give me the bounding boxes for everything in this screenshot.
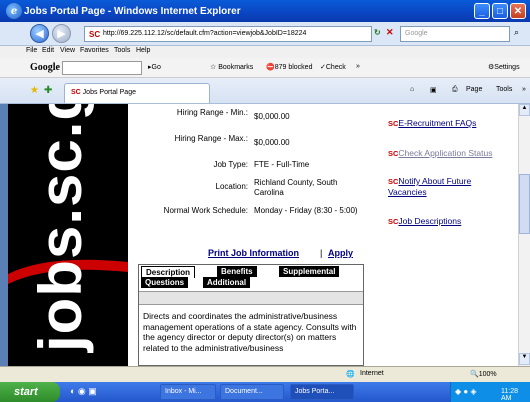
link-job-descriptions[interactable]: SCJob Descriptions bbox=[388, 216, 461, 226]
search-icon[interactable]: ⌕ bbox=[514, 27, 519, 38]
system-tray: ◆ ● ◈ 11:28 AM bbox=[450, 382, 530, 402]
spell-check-button[interactable]: ✓Check bbox=[320, 63, 346, 71]
add-favorite-icon[interactable]: ✚ bbox=[44, 85, 52, 96]
popup-blocked-button[interactable]: ⛔879 blocked bbox=[266, 63, 312, 71]
sc-jobs-banner: jobs.sc.g bbox=[8, 104, 128, 366]
page-content: jobs.sc.g Hiring Range - Min.: $0,000.00… bbox=[8, 104, 518, 366]
settings-button[interactable]: ⚙Settings bbox=[488, 63, 520, 71]
link-erecruitment-faqs[interactable]: SCE-Recruitment FAQs bbox=[388, 118, 476, 128]
menu-favorites[interactable]: Favorites bbox=[80, 47, 109, 54]
background-window-edge bbox=[0, 104, 8, 366]
tab-toolbar: ★ ✚ SC Jobs Portal Page ⌂ ▣ ⎙ Page Tools… bbox=[0, 78, 530, 104]
menu-tools[interactable]: Tools bbox=[114, 47, 130, 54]
google-go-button[interactable]: ▸Go bbox=[148, 63, 161, 71]
forward-arrow-icon: ▶ bbox=[57, 28, 66, 40]
menu-bar: File Edit View Favorites Tools Help bbox=[0, 46, 530, 58]
menu-file[interactable]: File bbox=[26, 47, 37, 54]
value-work-schedule: Monday - Friday (8:30 - 5:00) bbox=[254, 206, 358, 215]
google-logo: Google bbox=[30, 62, 60, 73]
print-job-link[interactable]: Print Job Information bbox=[208, 248, 299, 258]
tab-jobs-portal[interactable]: SC Jobs Portal Page bbox=[64, 83, 210, 103]
taskbar-inbox[interactable]: Inbox - Mi... bbox=[160, 384, 216, 400]
label-hiring-min: Hiring Range - Min.: bbox=[176, 108, 248, 117]
menu-help[interactable]: Help bbox=[136, 47, 150, 54]
job-description-text: Directs and coordinates the administrati… bbox=[143, 311, 357, 353]
close-button[interactable]: ✕ bbox=[510, 3, 526, 19]
window-title-bar[interactable]: Jobs Portal Page - Windows Internet Expl… bbox=[0, 0, 530, 22]
scroll-thumb[interactable] bbox=[519, 174, 530, 234]
google-search-input[interactable] bbox=[62, 61, 142, 75]
sc-bullet-icon: SC bbox=[388, 119, 399, 128]
maximize-button[interactable]: □ bbox=[492, 3, 508, 19]
search-input[interactable]: Google bbox=[400, 26, 510, 42]
scroll-up-arrow-icon[interactable]: ▲ bbox=[519, 104, 530, 116]
description-header-bar bbox=[139, 291, 363, 305]
favorites-star-icon[interactable]: ★ bbox=[30, 85, 39, 96]
sc-bullet-icon: SC bbox=[388, 217, 399, 226]
value-hiring-max: $0,000.00 bbox=[254, 138, 290, 147]
value-location: Richland County, South Carolina bbox=[254, 178, 338, 197]
tray-icons[interactable]: ◆ ● ◈ bbox=[455, 387, 477, 396]
internet-zone-icon: 🌐 bbox=[346, 371, 355, 378]
job-info-tabs: Description Benefits Supplemental Questi… bbox=[138, 264, 364, 366]
taskbar-document[interactable]: Document... bbox=[220, 384, 284, 400]
sc-bullet-icon: SC bbox=[388, 177, 399, 186]
address-url: http://69.225.112.12/sc/default.cfm?acti… bbox=[103, 30, 307, 37]
google-toolbar: Google ▸Go ☆ Bookmarks ⛔879 blocked ✓Che… bbox=[0, 58, 530, 78]
windows-taskbar: start ◐ ◉ ▣ Inbox - Mi... Document... Jo… bbox=[0, 382, 530, 402]
vertical-scrollbar[interactable]: ▲ ▼ bbox=[518, 104, 530, 366]
page-menu-button[interactable]: Page bbox=[466, 86, 482, 93]
quick-launch-icons[interactable]: ◐ ◉ ▣ bbox=[70, 386, 97, 397]
back-button[interactable]: ◀ bbox=[30, 24, 49, 43]
status-bar: 🌐 Internet 🔍100% bbox=[0, 366, 530, 382]
label-work-schedule: Normal Work Schedule: bbox=[163, 206, 248, 215]
menu-view[interactable]: View bbox=[60, 47, 75, 54]
link-check-application-status[interactable]: SCCheck Application Status bbox=[388, 148, 492, 158]
link-notify-future-vacancies[interactable]: SCNotify About Future Vacancies bbox=[388, 176, 508, 197]
minimize-button[interactable]: _ bbox=[474, 3, 490, 19]
menu-edit[interactable]: Edit bbox=[42, 47, 54, 54]
commands-more-chevron[interactable]: » bbox=[522, 86, 526, 93]
back-arrow-icon: ◀ bbox=[35, 28, 44, 40]
print-icon[interactable]: ⎙ bbox=[452, 86, 458, 94]
sc-bullet-icon: SC bbox=[388, 149, 399, 158]
scroll-down-arrow-icon[interactable]: ▼ bbox=[519, 353, 530, 365]
value-job-type: FTE - Full-Time bbox=[254, 160, 310, 169]
value-hiring-min: $0,000.00 bbox=[254, 112, 290, 121]
banner-domain-text: jobs.sc.g bbox=[27, 104, 94, 352]
taskbar-jobs-portal[interactable]: Jobs Porta... bbox=[290, 384, 354, 400]
site-favicon-icon: SC bbox=[89, 30, 101, 39]
search-placeholder: Google bbox=[405, 30, 428, 37]
start-button[interactable]: start bbox=[0, 382, 60, 402]
label-location: Location: bbox=[215, 182, 248, 191]
address-bar[interactable]: SC http://69.225.112.12/sc/default.cfm?a… bbox=[84, 26, 372, 42]
ie-icon: e bbox=[6, 3, 22, 19]
window-title: Jobs Portal Page - Windows Internet Expl… bbox=[24, 5, 241, 17]
link-separator: | bbox=[320, 248, 323, 258]
stop-icon[interactable]: ✕ bbox=[386, 27, 394, 38]
tools-menu-button[interactable]: Tools bbox=[496, 86, 512, 93]
tab-benefits[interactable]: Benefits bbox=[217, 266, 257, 277]
home-icon[interactable]: ⌂ bbox=[410, 86, 414, 93]
bookmarks-button[interactable]: ☆ Bookmarks bbox=[210, 63, 253, 71]
forward-button[interactable]: ▶ bbox=[52, 24, 71, 43]
sc-tab-icon: SC bbox=[71, 89, 83, 96]
refresh-icon[interactable]: ↻ bbox=[374, 28, 381, 37]
tab-supplemental[interactable]: Supplemental bbox=[279, 266, 340, 277]
address-toolbar: ◀ ▶ SC http://69.225.112.12/sc/default.c… bbox=[0, 22, 530, 46]
tab-additional[interactable]: Additional bbox=[203, 277, 251, 288]
security-zone-label: Internet bbox=[360, 370, 384, 377]
label-job-type: Job Type: bbox=[213, 160, 248, 169]
clock: 11:28 AM bbox=[501, 388, 518, 402]
apply-link[interactable]: Apply bbox=[328, 248, 353, 258]
zoom-level[interactable]: 🔍100% bbox=[470, 370, 497, 378]
tab-questions[interactable]: Questions bbox=[141, 277, 189, 288]
label-hiring-max: Hiring Range - Max.: bbox=[174, 134, 248, 143]
feeds-icon[interactable]: ▣ bbox=[430, 86, 437, 94]
more-chevron[interactable]: » bbox=[356, 63, 360, 70]
